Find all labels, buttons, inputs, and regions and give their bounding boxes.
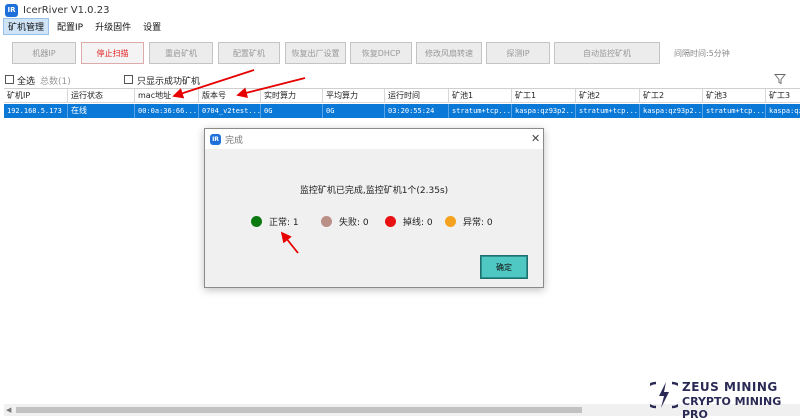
stat-offline-label: 掉线: 0	[403, 217, 433, 228]
status-dot-failed-icon	[321, 215, 332, 227]
app-icon: IR	[5, 3, 18, 17]
restart-miner-button[interactable]: 重启矿机	[149, 42, 213, 64]
stat-normal: 正常: 1	[251, 214, 299, 228]
cell-realtime-hashrate: 0G	[261, 104, 323, 118]
col-worker-3[interactable]: 矿工3	[766, 89, 800, 103]
col-pool-3[interactable]: 矿池3	[703, 89, 766, 103]
window-titlebar: IR IcerRiver V1.0.23	[0, 0, 800, 20]
dialog-message: 监控矿机已完成,监控矿机1个(2.35s)	[299, 186, 449, 196]
stop-scan-button[interactable]: 停止扫描	[81, 42, 144, 64]
restore-dhcp-button[interactable]: 恢复DHCP	[350, 42, 412, 64]
cell-avg-hashrate: 0G	[323, 104, 385, 118]
interval-label: 间隔时间:5分钟	[674, 49, 730, 58]
menu-settings[interactable]: 设置	[139, 19, 165, 34]
auto-monitor-button[interactable]: 自动监控矿机	[554, 42, 660, 64]
total-count: 总数(1)	[40, 77, 71, 87]
col-avg-hashrate[interactable]: 平均算力	[323, 89, 385, 103]
cell-pool-2: stratum+tcp...	[576, 104, 640, 118]
status-dot-offline-icon	[385, 215, 396, 227]
col-miner-ip[interactable]: 矿机IP	[4, 89, 68, 103]
table-row[interactable]: 192.168.5.173 在线 00:0a:36:66... 0704_v2t…	[4, 104, 800, 118]
dialog-title: 完成	[225, 135, 244, 146]
cell-worker-3: kaspa:qz...	[769, 107, 800, 115]
menu-config-ip[interactable]: 配置IP	[53, 19, 87, 34]
only-success-label: 只显示成功矿机	[137, 77, 201, 87]
stat-abnormal: 异常: 0	[445, 214, 493, 228]
col-uptime[interactable]: 运行时间	[385, 89, 449, 103]
factory-reset-button[interactable]: 恢复出厂设置	[285, 42, 346, 64]
menu-upgrade-firmware[interactable]: 升级固件	[91, 19, 135, 34]
select-all-label: 全选	[17, 77, 36, 87]
stat-normal-label: 正常: 1	[269, 217, 299, 228]
filter-icon[interactable]	[774, 73, 786, 85]
watermark: ZEUS MINING CRYPTO MINING PRO	[650, 378, 796, 420]
cell-mac: 00:0a:36:66...	[135, 104, 199, 118]
watermark-line-2: CRYPTO MINING PRO	[682, 395, 782, 420]
stat-offline: 掉线: 0	[385, 214, 433, 228]
only-success-checkbox[interactable]	[124, 75, 133, 84]
col-mac[interactable]: mac地址	[135, 89, 199, 103]
dialog-titlebar: IR 完成	[205, 129, 543, 149]
cell-miner-ip: 192.168.5.173	[4, 104, 68, 118]
close-icon[interactable]: ✕	[531, 132, 540, 145]
col-version[interactable]: 版本号	[199, 89, 261, 103]
ok-button[interactable]: 确定	[480, 255, 528, 279]
col-pool-2[interactable]: 矿池2	[576, 89, 640, 103]
filter-bar: 全选 总数(1) 只显示成功矿机	[0, 72, 800, 88]
cell-version: 0704_v2test...	[199, 104, 261, 118]
watermark-line-1: ZEUS MINING	[682, 380, 778, 394]
menu-bar: 矿机管理 配置IP 升级固件 设置	[0, 17, 800, 35]
window-title: IcerRiver V1.0.23	[23, 4, 110, 16]
config-miner-button[interactable]: 配置矿机	[218, 42, 280, 64]
status-dot-abnormal-icon	[445, 215, 456, 227]
scroll-left-icon[interactable]: ◀	[6, 406, 11, 414]
cell-pool-1: stratum+tcp...	[449, 104, 512, 118]
col-pool-1[interactable]: 矿池1	[449, 89, 512, 103]
fan-speed-button[interactable]: 修改风扇转速	[416, 42, 482, 64]
toolbar: 机器IP 停止扫描 重启矿机 配置矿机 恢复出厂设置 恢复DHCP 修改风扇转速…	[0, 38, 800, 70]
table-header: 矿机IP 运行状态 mac地址 版本号 实时算力 平均算力 运行时间 矿池1 矿…	[4, 89, 800, 103]
col-status[interactable]: 运行状态	[68, 89, 135, 103]
select-all-checkbox[interactable]	[5, 75, 14, 84]
cell-status: 在线	[68, 104, 135, 118]
scrollbar-thumb[interactable]	[16, 407, 582, 413]
status-dot-normal-icon	[251, 215, 262, 227]
col-worker-1[interactable]: 矿工1	[512, 89, 576, 103]
stat-abnormal-label: 异常: 0	[463, 217, 493, 228]
cell-worker-1: kaspa:qz93p2...	[512, 104, 576, 118]
stat-failed-label: 失败: 0	[339, 217, 369, 228]
miner-ip-button[interactable]: 机器IP	[12, 42, 76, 64]
stat-failed: 失败: 0	[321, 214, 369, 228]
cell-worker-2: kaspa:qz93p2...	[640, 104, 703, 118]
col-realtime-hashrate[interactable]: 实时算力	[261, 89, 323, 103]
cell-pool-3: stratum+tcp...	[703, 104, 766, 118]
cell-uptime: 03:20:55:24	[385, 104, 449, 118]
menu-miner-management[interactable]: 矿机管理	[3, 17, 50, 35]
col-worker-2[interactable]: 矿工2	[640, 89, 703, 103]
completion-dialog: IR 完成 ✕ 监控矿机已完成,监控矿机1个(2.35s) 正常: 1 失败: …	[204, 128, 544, 288]
lightning-logo-icon	[650, 381, 678, 409]
probe-ip-button[interactable]: 探测IP	[486, 42, 550, 64]
dialog-app-icon: IR	[210, 133, 221, 145]
